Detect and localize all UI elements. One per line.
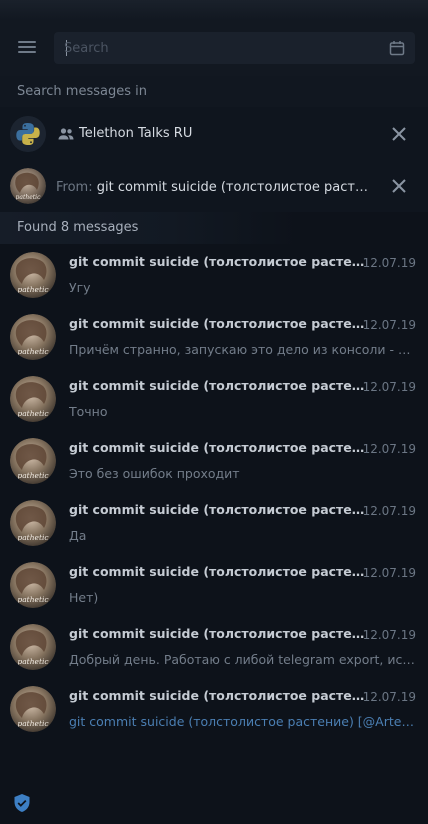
search-in-label: Search messages in — [0, 76, 428, 107]
message-sender: git commit suicide (толстолистое растени… — [69, 502, 365, 517]
message-date: 12.07.19 — [362, 690, 416, 704]
from-name: git commit suicide (толстолистое растени… — [96, 180, 372, 195]
avatar-caption: pathetic — [17, 409, 49, 418]
search-field[interactable] — [54, 32, 415, 64]
message-date: 12.07.19 — [362, 442, 416, 456]
message-date: 12.07.19 — [362, 504, 416, 518]
list-item[interactable]: pathetic git commit suicide (толстолистое… — [0, 678, 428, 740]
avatar-caption: pathetic — [16, 194, 42, 201]
avatar: pathetic — [10, 686, 56, 732]
search-header — [0, 20, 428, 76]
message-sender: git commit suicide (толстолистое растени… — [69, 688, 365, 703]
from-label: From: — [56, 180, 93, 195]
close-icon[interactable] — [390, 125, 408, 143]
search-input[interactable] — [64, 32, 379, 64]
message-text: Это без ошибок проходит — [69, 466, 240, 481]
message-text: Добрый день. Работаю с либой telegram ex… — [69, 652, 415, 667]
list-item[interactable]: pathetic git commit suicide (толстолистое… — [0, 306, 428, 368]
message-sender: git commit suicide (толстолистое растени… — [69, 316, 365, 331]
avatar-caption: pathetic — [17, 471, 49, 480]
message-text: Угу — [69, 280, 91, 295]
chat-name: Telethon Talks RU — [79, 126, 193, 141]
message-sender: git commit suicide (толстолистое растени… — [69, 626, 365, 641]
list-item[interactable]: pathetic git commit suicide (толстолистое… — [0, 430, 428, 492]
list-item[interactable]: pathetic git commit suicide (толстолистое… — [0, 244, 428, 306]
message-text: git commit suicide (толстолистое растени… — [69, 714, 415, 729]
list-item[interactable]: pathetic git commit suicide (толстолистое… — [0, 554, 428, 616]
message-date: 12.07.19 — [362, 566, 416, 580]
results-count: Found 8 messages — [0, 212, 428, 244]
message-sender: git commit suicide (толстолистое растени… — [69, 378, 365, 393]
avatar: pathetic — [10, 168, 46, 204]
window-top-strip — [0, 0, 428, 20]
python-logo-icon — [10, 116, 46, 152]
avatar: pathetic — [10, 376, 56, 422]
avatar-caption: pathetic — [17, 719, 49, 728]
message-date: 12.07.19 — [362, 628, 416, 642]
shield-check-icon[interactable] — [13, 793, 31, 813]
search-chat-row[interactable]: Telethon Talks RU — [0, 107, 428, 161]
list-item[interactable]: pathetic git commit suicide (толстолистое… — [0, 368, 428, 430]
message-text: Да — [69, 528, 87, 543]
avatar: pathetic — [10, 500, 56, 546]
list-item[interactable]: pathetic git commit suicide (толстолистое… — [0, 616, 428, 678]
message-date: 12.07.19 — [362, 318, 416, 332]
avatar-caption: pathetic — [17, 347, 49, 356]
avatar: pathetic — [10, 252, 56, 298]
from-filter-text: From: git commit suicide (толстолистое р… — [56, 161, 372, 215]
from-filter-row[interactable]: pathetic From: git commit suicide (толст… — [0, 161, 428, 212]
close-icon[interactable] — [390, 177, 408, 195]
avatar-caption: pathetic — [17, 595, 49, 604]
message-text: Нет) — [69, 590, 99, 605]
avatar-caption: pathetic — [17, 657, 49, 666]
avatar-caption: pathetic — [17, 533, 49, 542]
avatar: pathetic — [10, 438, 56, 484]
message-date: 12.07.19 — [362, 380, 416, 394]
message-text: Причём странно, запускаю это дело из кон… — [69, 342, 415, 357]
group-icon — [58, 128, 74, 140]
avatar: pathetic — [10, 624, 56, 670]
message-sender: git commit suicide (толстолистое растени… — [69, 564, 365, 579]
message-text: Точно — [69, 404, 108, 419]
avatar-caption: pathetic — [17, 285, 49, 294]
avatar: pathetic — [10, 314, 56, 360]
avatar: pathetic — [10, 562, 56, 608]
calendar-icon[interactable] — [389, 40, 405, 56]
hamburger-icon[interactable] — [14, 34, 40, 60]
message-sender: git commit suicide (толстолистое растени… — [69, 254, 365, 269]
message-sender: git commit suicide (толстолистое растени… — [69, 440, 365, 455]
message-date: 12.07.19 — [362, 256, 416, 270]
list-item[interactable]: pathetic git commit suicide (толстолистое… — [0, 492, 428, 554]
